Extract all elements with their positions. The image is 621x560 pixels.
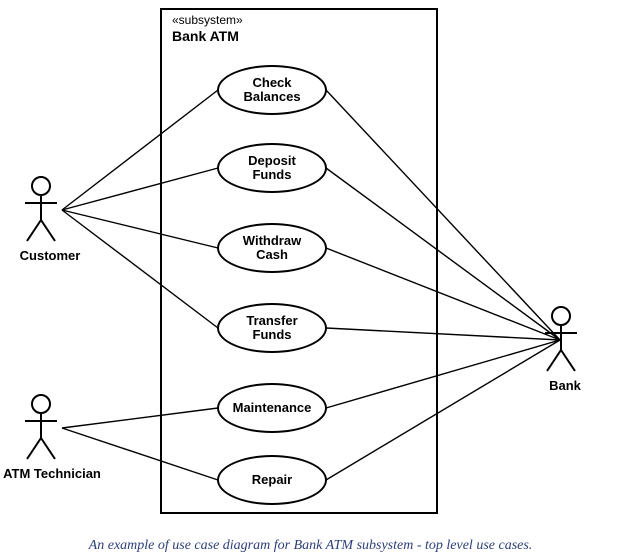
usecase-withdraw-cash-label: WithdrawCash xyxy=(237,234,307,263)
stick-figure-icon xyxy=(20,393,62,463)
stick-figure-icon xyxy=(20,175,62,245)
subsystem-name: Bank ATM xyxy=(172,28,426,44)
usecase-transfer-funds: TransferFunds xyxy=(217,303,327,353)
actor-customer-label: Customer xyxy=(10,248,90,263)
usecase-repair-label: Repair xyxy=(246,473,298,487)
usecase-check-balances-label: CheckBalances xyxy=(237,76,306,105)
actor-customer xyxy=(20,175,62,245)
actor-technician xyxy=(20,393,62,463)
usecase-check-balances: CheckBalances xyxy=(217,65,327,115)
usecase-deposit-funds-label: DepositFunds xyxy=(242,154,302,183)
use-case-diagram: «subsystem» Bank ATM CheckBalances Depos… xyxy=(0,0,621,560)
usecase-withdraw-cash: WithdrawCash xyxy=(217,223,327,273)
actor-bank xyxy=(540,305,582,375)
actor-bank-label: Bank xyxy=(540,378,590,393)
usecase-deposit-funds: DepositFunds xyxy=(217,143,327,193)
subsystem-stereotype: «subsystem» xyxy=(172,14,426,28)
actor-technician-label: ATM Technician xyxy=(0,466,112,481)
stick-figure-icon xyxy=(540,305,582,375)
usecase-transfer-funds-label: TransferFunds xyxy=(240,314,303,343)
usecase-repair: Repair xyxy=(217,455,327,505)
usecase-maintenance-label: Maintenance xyxy=(227,401,318,415)
subsystem-header: «subsystem» Bank ATM xyxy=(172,14,426,44)
usecase-maintenance: Maintenance xyxy=(217,383,327,433)
diagram-caption: An example of use case diagram for Bank … xyxy=(0,538,621,554)
